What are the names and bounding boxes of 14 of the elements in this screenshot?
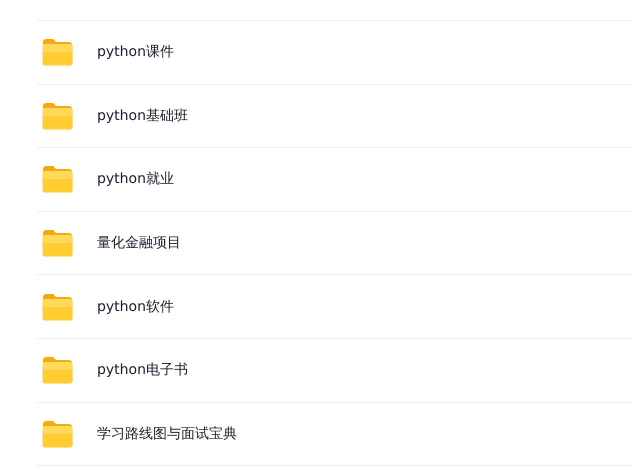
folder-name[interactable]: 量化金融项目 [97, 234, 181, 252]
folder-name[interactable]: python电子书 [97, 361, 188, 380]
folder-icon [42, 356, 73, 384]
folder-name[interactable]: python基础班 [97, 106, 188, 125]
folder-name[interactable]: 学习路线图与面试宝典 [97, 424, 237, 443]
folder-name[interactable]: python软件 [97, 298, 174, 316]
folder-icon [42, 38, 73, 66]
folder-icon [42, 102, 73, 130]
folder-icon [42, 229, 73, 258]
folder-name[interactable]: python就业 [97, 170, 174, 188]
folder-name[interactable]: python课件 [97, 43, 174, 62]
folder-icon [42, 292, 73, 321]
folder-icon [42, 165, 73, 194]
folder-icon [42, 420, 73, 448]
